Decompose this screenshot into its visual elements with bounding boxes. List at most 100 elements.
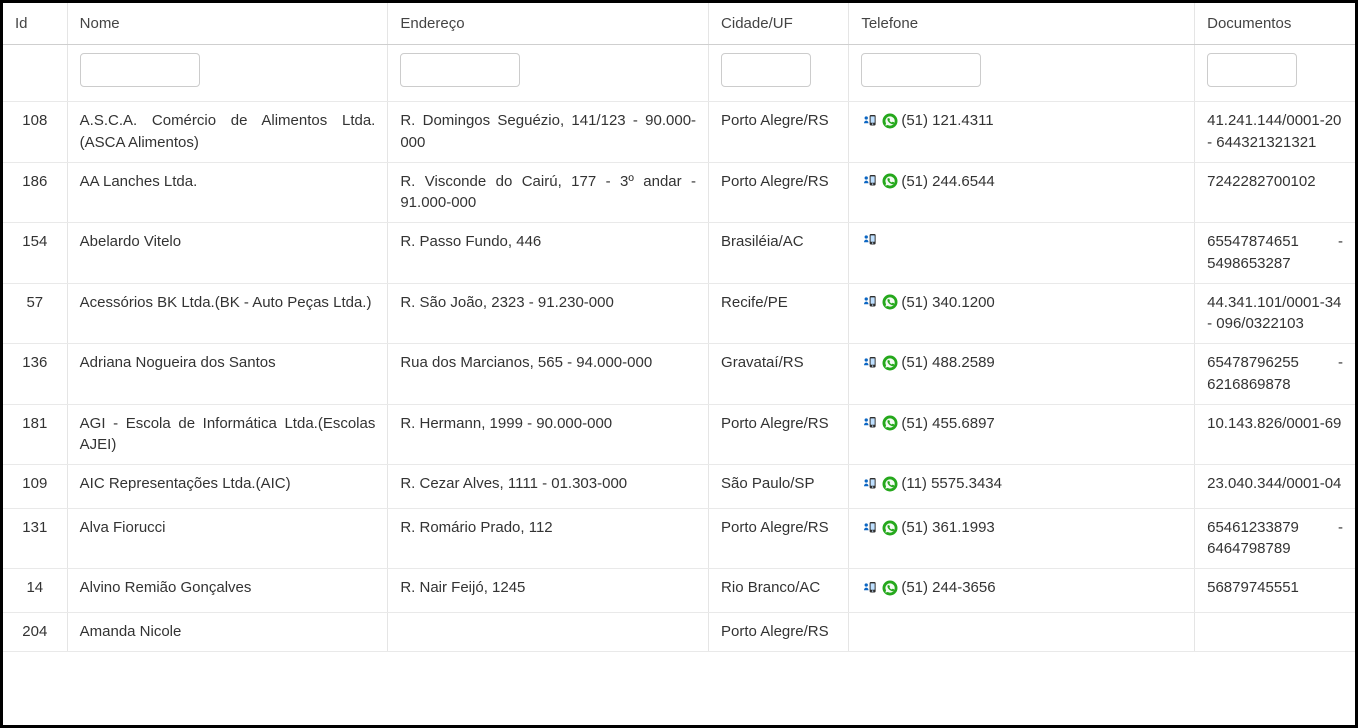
col-header-id[interactable]: Id (3, 3, 67, 45)
telefone-text: (51) 361.1993 (901, 517, 994, 539)
whatsapp-icon (881, 172, 899, 190)
cell-nome: AGI - Escola de Informática Ltda.(Escola… (67, 404, 388, 465)
cell-id: 14 (3, 569, 67, 613)
filter-documentos-input[interactable] (1207, 53, 1297, 87)
customers-table: Id Nome Endereço Cidade/UF Telefone Docu… (3, 3, 1355, 652)
col-header-nome[interactable]: Nome (67, 3, 388, 45)
cell-cidade: Porto Alegre/RS (709, 162, 849, 223)
cell-cidade: Gravataí/RS (709, 344, 849, 405)
cell-telefone (849, 612, 1195, 651)
cell-documentos: 41.241.144/0001-20 - 644321321321 (1195, 102, 1355, 163)
cell-nome: Alvino Remião Gonçalves (67, 569, 388, 613)
telefone-text: (11) 5575.3434 (901, 473, 1002, 495)
cell-nome: AA Lanches Ltda. (67, 162, 388, 223)
col-header-telefone[interactable]: Telefone (849, 3, 1195, 45)
cell-telefone: (51) 244.6544 (849, 162, 1195, 223)
filter-telefone-input[interactable] (861, 53, 981, 87)
col-header-documentos[interactable]: Documentos (1195, 3, 1355, 45)
phone-mobile-icon (861, 519, 879, 537)
phone-mobile-icon (861, 414, 879, 432)
cell-cidade: Porto Alegre/RS (709, 508, 849, 569)
telefone-text: (51) 455.6897 (901, 413, 994, 435)
cell-id: 181 (3, 404, 67, 465)
cell-id: 154 (3, 223, 67, 284)
cell-telefone (849, 223, 1195, 284)
cell-endereco: R. São João, 2323 - 91.230-000 (388, 283, 709, 344)
col-header-endereco[interactable]: Endereço (388, 3, 709, 45)
table-row[interactable]: 108A.S.C.A. Comércio de Alimentos Ltda.(… (3, 102, 1355, 163)
phone-mobile-icon (861, 112, 879, 130)
table-row[interactable]: 14Alvino Remião GonçalvesR. Nair Feijó, … (3, 569, 1355, 613)
cell-endereco: R. Passo Fundo, 446 (388, 223, 709, 284)
cell-documentos: 65547874651 - 5498653287 (1195, 223, 1355, 284)
phone-mobile-icon (861, 354, 879, 372)
table-row[interactable]: 204Amanda Nicole Porto Alegre/RS (3, 612, 1355, 651)
cell-id: 57 (3, 283, 67, 344)
cell-nome: Alva Fiorucci (67, 508, 388, 569)
cell-endereco (388, 612, 709, 651)
phone-mobile-icon (861, 293, 879, 311)
filter-nome-input[interactable] (80, 53, 200, 87)
cell-endereco: R. Cezar Alves, 1111 - 01.303-000 (388, 465, 709, 509)
cell-cidade: Brasiléia/AC (709, 223, 849, 284)
cell-nome: Acessórios BK Ltda.(BK - Auto Peças Ltda… (67, 283, 388, 344)
phone-mobile-icon (861, 172, 879, 190)
table-row[interactable]: 154Abelardo ViteloR. Passo Fundo, 446Bra… (3, 223, 1355, 284)
telefone-text: (51) 121.4311 (901, 110, 993, 132)
cell-documentos: 23.040.344/0001-04 (1195, 465, 1355, 509)
whatsapp-icon (881, 579, 899, 597)
cell-id: 186 (3, 162, 67, 223)
cell-endereco: Rua dos Marcianos, 565 - 94.000-000 (388, 344, 709, 405)
cell-id: 204 (3, 612, 67, 651)
cell-telefone: (51) 340.1200 (849, 283, 1195, 344)
cell-documentos: 65461233879 - 6464798789 (1195, 508, 1355, 569)
cell-telefone: (51) 455.6897 (849, 404, 1195, 465)
cell-id: 109 (3, 465, 67, 509)
telefone-text: (51) 488.2589 (901, 352, 994, 374)
cell-endereco: R. Visconde do Cairú, 177 - 3º andar - 9… (388, 162, 709, 223)
cell-documentos: 44.341.101/0001-34 - 096/0322103 (1195, 283, 1355, 344)
cell-endereco: R. Romário Prado, 112 (388, 508, 709, 569)
whatsapp-icon (881, 475, 899, 493)
phone-mobile-icon (861, 231, 879, 249)
telefone-text: (51) 244.6544 (901, 171, 994, 193)
cell-cidade: Rio Branco/AC (709, 569, 849, 613)
col-header-cidade[interactable]: Cidade/UF (709, 3, 849, 45)
telefone-text: (51) 244-3656 (901, 577, 995, 599)
cell-telefone: (11) 5575.3434 (849, 465, 1195, 509)
table-row[interactable]: 57Acessórios BK Ltda.(BK - Auto Peças Lt… (3, 283, 1355, 344)
cell-documentos: 65478796255 - 6216869878 (1195, 344, 1355, 405)
filter-row (3, 45, 1355, 102)
cell-nome: Amanda Nicole (67, 612, 388, 651)
table-row[interactable]: 186AA Lanches Ltda.R. Visconde do Cairú,… (3, 162, 1355, 223)
cell-endereco: R. Domingos Seguézio, 141/123 - 90.000-0… (388, 102, 709, 163)
cell-nome: AIC Representações Ltda.(AIC) (67, 465, 388, 509)
cell-nome: A.S.C.A. Comércio de Alimentos Ltda.(ASC… (67, 102, 388, 163)
cell-cidade: Recife/PE (709, 283, 849, 344)
phone-mobile-icon (861, 475, 879, 493)
cell-telefone: (51) 121.4311 (849, 102, 1195, 163)
cell-documentos: 10.143.826/0001-69 (1195, 404, 1355, 465)
phone-mobile-icon (861, 579, 879, 597)
cell-id: 136 (3, 344, 67, 405)
table-row[interactable]: 109AIC Representações Ltda.(AIC)R. Cezar… (3, 465, 1355, 509)
cell-endereco: R. Hermann, 1999 - 90.000-000 (388, 404, 709, 465)
cell-cidade: São Paulo/SP (709, 465, 849, 509)
telefone-text: (51) 340.1200 (901, 292, 994, 314)
cell-cidade: Porto Alegre/RS (709, 102, 849, 163)
cell-cidade: Porto Alegre/RS (709, 404, 849, 465)
table-row[interactable]: 181AGI - Escola de Informática Ltda.(Esc… (3, 404, 1355, 465)
table-row[interactable]: 131Alva FiorucciR. Romário Prado, 112Por… (3, 508, 1355, 569)
filter-endereco-input[interactable] (400, 53, 520, 87)
cell-id: 108 (3, 102, 67, 163)
whatsapp-icon (881, 112, 899, 130)
whatsapp-icon (881, 293, 899, 311)
cell-cidade: Porto Alegre/RS (709, 612, 849, 651)
whatsapp-icon (881, 354, 899, 372)
table-row[interactable]: 136Adriana Nogueira dos SantosRua dos Ma… (3, 344, 1355, 405)
filter-cidade-input[interactable] (721, 53, 811, 87)
cell-id: 131 (3, 508, 67, 569)
cell-nome: Adriana Nogueira dos Santos (67, 344, 388, 405)
whatsapp-icon (881, 414, 899, 432)
cell-documentos (1195, 612, 1355, 651)
